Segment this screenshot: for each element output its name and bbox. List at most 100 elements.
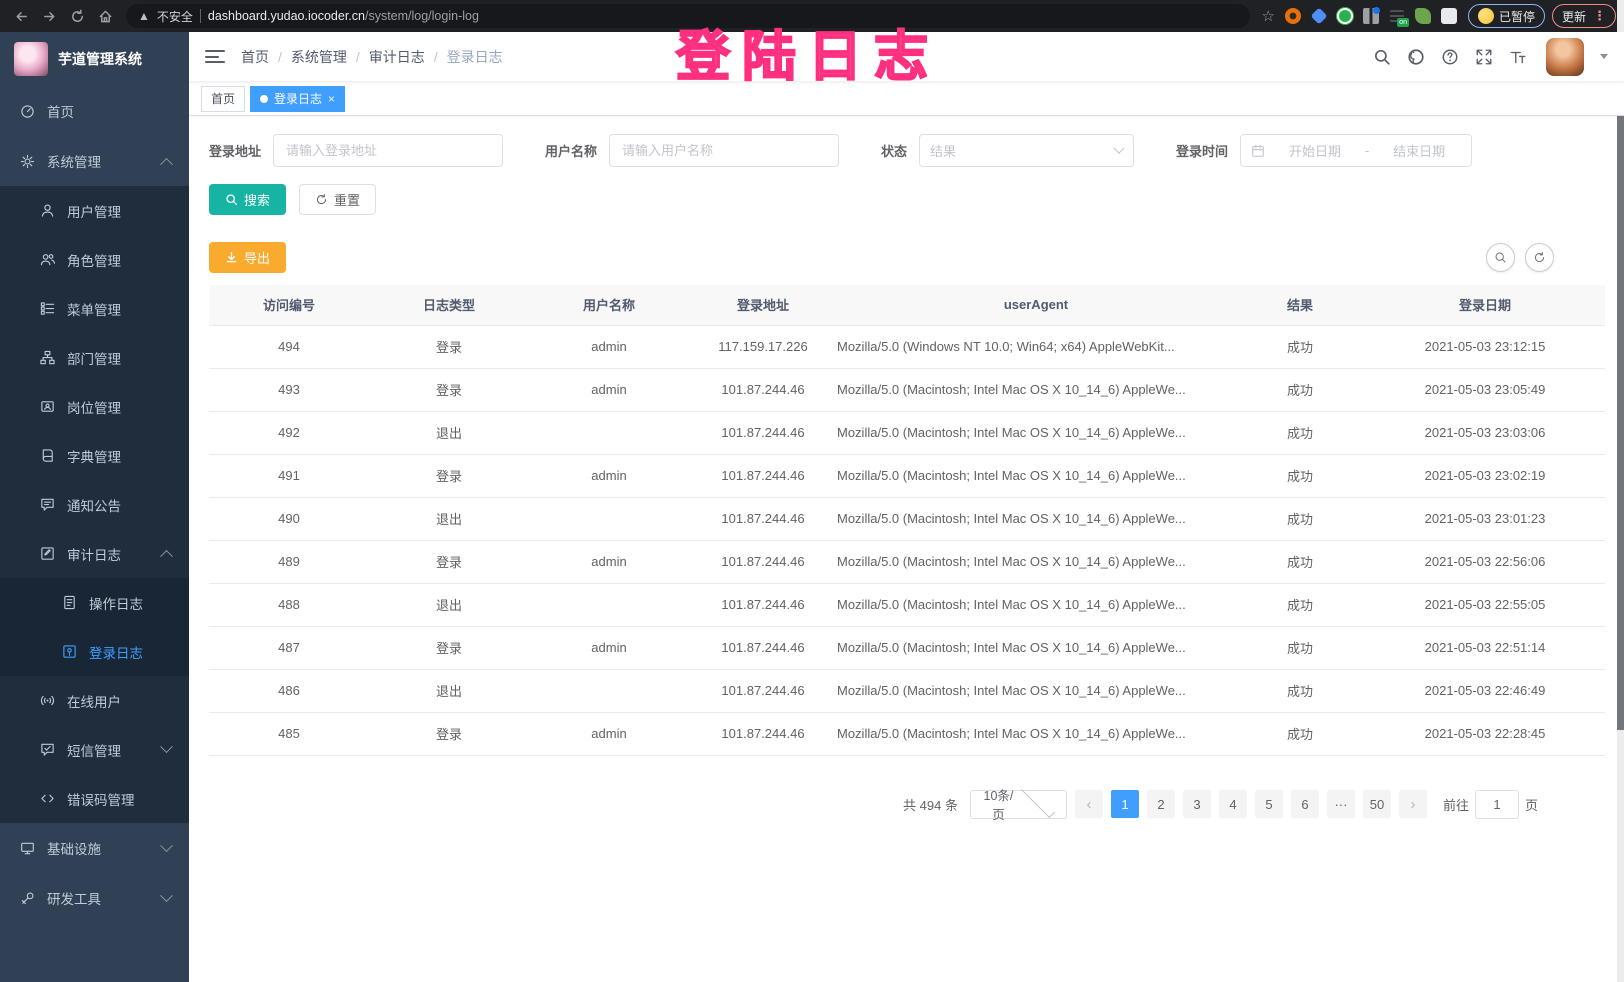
toggle-search-button[interactable] xyxy=(1486,243,1515,272)
column-header[interactable]: 日志类型 xyxy=(369,285,529,325)
sidebar-item[interactable]: 研发工具 xyxy=(0,873,189,923)
table-row[interactable]: 488 退出 101.87.244.46 Mozilla/5.0 (Macint… xyxy=(209,583,1605,626)
browser-home-icon[interactable] xyxy=(92,3,118,29)
extension-icon[interactable]: on xyxy=(1385,4,1409,28)
table-row[interactable]: 485 登录 admin 101.87.244.46 Mozilla/5.0 (… xyxy=(209,712,1605,755)
breadcrumb-item[interactable]: 审计日志 xyxy=(369,47,438,67)
address-bar[interactable]: ▲ 不安全 dashboard.yudao.iocoder.cn/system/… xyxy=(126,4,1250,28)
breadcrumb-item[interactable]: 登录日志 xyxy=(447,47,503,67)
reset-button[interactable]: 重置 xyxy=(299,184,376,215)
column-header[interactable]: 用户名称 xyxy=(529,285,689,325)
breadcrumb-item[interactable]: 首页 xyxy=(241,47,282,67)
sidebar-item[interactable]: 岗位管理 xyxy=(0,382,189,431)
sidebar-item[interactable]: 在线用户 xyxy=(0,676,189,725)
help-icon[interactable] xyxy=(1440,47,1460,67)
search-icon[interactable] xyxy=(1372,47,1392,67)
refresh-table-button[interactable] xyxy=(1525,243,1554,272)
search-icon xyxy=(225,193,238,206)
sidebar-logo-row[interactable]: 芋道管理系统 xyxy=(0,32,189,86)
download-icon xyxy=(225,251,238,264)
sidebar-item[interactable]: 错误码管理 xyxy=(0,774,189,823)
sidebar-item[interactable]: 通知公告 xyxy=(0,480,189,529)
table-row[interactable]: 493 登录 admin 101.87.244.46 Mozilla/5.0 (… xyxy=(209,368,1605,411)
tab[interactable]: 登录日志 × xyxy=(250,86,345,112)
fullscreen-icon[interactable] xyxy=(1474,47,1494,67)
sidebar-item[interactable]: 菜单管理 xyxy=(0,284,189,333)
hamburger-icon[interactable] xyxy=(205,50,225,63)
search-button[interactable]: 搜索 xyxy=(209,184,286,215)
extensions-puzzle-icon[interactable] xyxy=(1437,4,1461,28)
browser-menu-icon[interactable]: ⋮ xyxy=(1593,8,1606,24)
column-header[interactable]: 登录日期 xyxy=(1365,285,1605,325)
cell-id: 485 xyxy=(209,712,369,755)
column-header[interactable]: 登录地址 xyxy=(689,285,837,325)
extension-icon[interactable] xyxy=(1307,4,1331,28)
bookmark-star-icon[interactable]: ☆ xyxy=(1258,7,1279,25)
github-icon[interactable] xyxy=(1406,47,1426,67)
user-avatar[interactable] xyxy=(1546,38,1584,76)
username-input[interactable] xyxy=(609,134,839,167)
page-button[interactable]: 5 xyxy=(1255,790,1283,818)
status-select[interactable]: 结果 xyxy=(919,134,1134,167)
next-page-button[interactable]: › xyxy=(1399,790,1427,818)
table-row[interactable]: 490 退出 101.87.244.46 Mozilla/5.0 (Macint… xyxy=(209,497,1605,540)
table-row[interactable]: 491 登录 admin 101.87.244.46 Mozilla/5.0 (… xyxy=(209,454,1605,497)
cell-date: 2021-05-03 22:46:49 xyxy=(1365,669,1605,712)
login-address-input[interactable] xyxy=(273,134,503,167)
tool-icon xyxy=(20,891,35,906)
page-button[interactable]: ··· xyxy=(1327,790,1355,818)
extension-icon[interactable] xyxy=(1281,4,1305,28)
font-size-icon[interactable] xyxy=(1508,47,1528,67)
sidebar-item[interactable]: 审计日志 xyxy=(0,529,189,578)
sidebar-item[interactable]: 操作日志 xyxy=(0,578,189,627)
avatar-dropdown-caret-icon[interactable] xyxy=(1600,54,1608,59)
prev-page-button[interactable]: ‹ xyxy=(1075,790,1103,818)
cell-username: admin xyxy=(529,325,689,368)
cell-log-type: 登录 xyxy=(369,540,529,583)
sidebar-item[interactable]: 部门管理 xyxy=(0,333,189,382)
page-button[interactable]: 2 xyxy=(1147,790,1175,818)
scrollbar-thumb[interactable] xyxy=(1617,60,1624,730)
sidebar-item[interactable]: 登录日志 xyxy=(0,627,189,676)
page-button[interactable]: 1 xyxy=(1111,790,1139,818)
breadcrumb-item[interactable]: 系统管理 xyxy=(291,47,360,67)
sidebar-item[interactable]: 短信管理 xyxy=(0,725,189,774)
table-row[interactable]: 487 登录 admin 101.87.244.46 Mozilla/5.0 (… xyxy=(209,626,1605,669)
profile-paused-badge[interactable]: 已暂停 xyxy=(1468,4,1545,28)
browser-forward-icon[interactable] xyxy=(36,3,62,29)
extension-icon[interactable] xyxy=(1411,4,1435,28)
tab[interactable]: 首页 xyxy=(201,86,245,112)
page-button[interactable]: 4 xyxy=(1219,790,1247,818)
sidebar-item[interactable]: 字典管理 xyxy=(0,431,189,480)
goto-page-input[interactable] xyxy=(1475,790,1519,819)
cell-result: 成功 xyxy=(1235,583,1365,626)
scrollbar-track[interactable] xyxy=(1617,0,1624,982)
extension-icon[interactable] xyxy=(1333,4,1357,28)
infra-icon xyxy=(20,841,35,856)
column-header[interactable]: userAgent xyxy=(837,285,1235,325)
export-button[interactable]: 导出 xyxy=(209,242,286,273)
column-header[interactable]: 访问编号 xyxy=(209,285,369,325)
extension-icon[interactable] xyxy=(1359,4,1383,28)
sidebar-item[interactable]: 系统管理 xyxy=(0,136,189,186)
sidebar-item[interactable]: 用户管理 xyxy=(0,186,189,235)
date-range-picker[interactable]: 开始日期 - 结束日期 xyxy=(1240,134,1472,167)
column-header[interactable]: 结果 xyxy=(1235,285,1365,325)
chevron-down-icon xyxy=(1113,142,1124,153)
table-row[interactable]: 486 退出 101.87.244.46 Mozilla/5.0 (Macint… xyxy=(209,669,1605,712)
page-button[interactable]: 6 xyxy=(1291,790,1319,818)
page-button[interactable]: 3 xyxy=(1183,790,1211,818)
browser-update-button[interactable]: 更新 ⋮ xyxy=(1552,4,1616,28)
cell-result: 成功 xyxy=(1235,325,1365,368)
sidebar-item[interactable]: 基础设施 xyxy=(0,823,189,873)
sidebar-item[interactable]: 首页 xyxy=(0,86,189,136)
browser-back-icon[interactable] xyxy=(8,3,34,29)
table-row[interactable]: 489 登录 admin 101.87.244.46 Mozilla/5.0 (… xyxy=(209,540,1605,583)
sidebar-item[interactable]: 角色管理 xyxy=(0,235,189,284)
tab-close-icon[interactable]: × xyxy=(328,92,335,106)
table-row[interactable]: 492 退出 101.87.244.46 Mozilla/5.0 (Macint… xyxy=(209,411,1605,454)
page-button[interactable]: 50 xyxy=(1363,790,1391,818)
page-size-select[interactable]: 10条/页 xyxy=(970,790,1067,819)
browser-reload-icon[interactable] xyxy=(64,3,90,29)
table-row[interactable]: 494 登录 admin 117.159.17.226 Mozilla/5.0 … xyxy=(209,325,1605,368)
